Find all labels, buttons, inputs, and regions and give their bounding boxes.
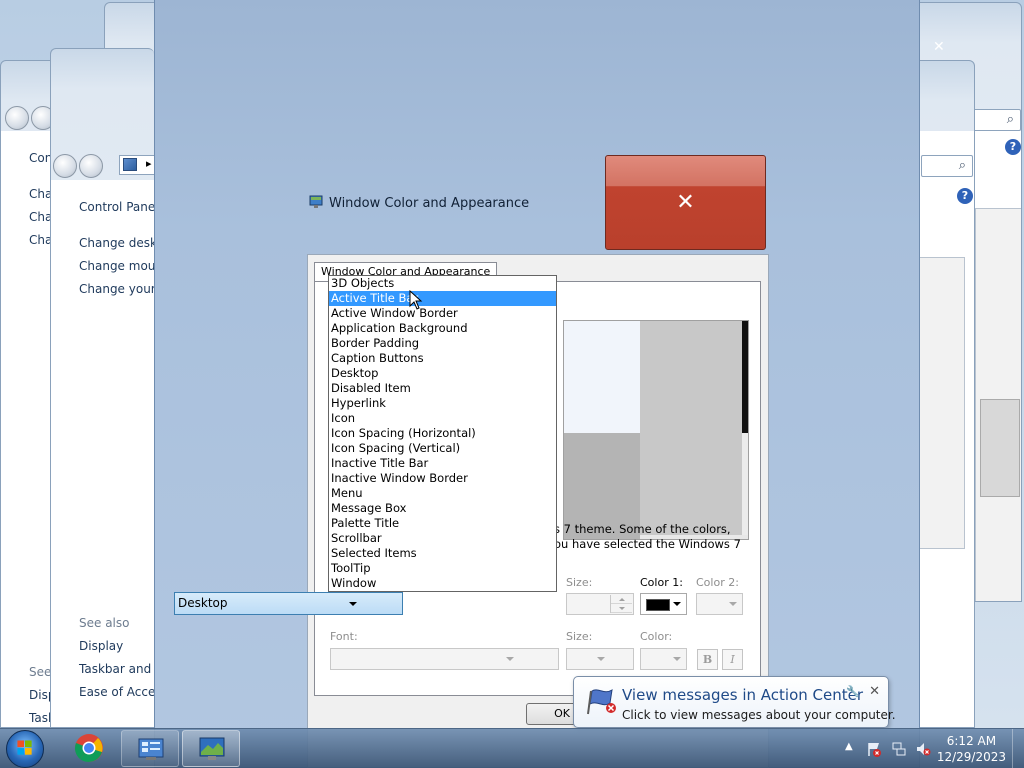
action-center-tray-icon[interactable]: [866, 741, 882, 757]
content-pane: [919, 257, 965, 549]
control-panel-icon: [138, 738, 164, 760]
network-icon[interactable]: [891, 741, 907, 757]
appearance-preview: [563, 320, 749, 540]
notification-text[interactable]: Click to view messages about your comput…: [622, 708, 896, 722]
dropdown-option[interactable]: Application Background: [329, 321, 556, 336]
clock[interactable]: 6:12 AM 12/29/2023: [937, 733, 1006, 765]
show-hidden-icons-icon[interactable]: ▲: [845, 741, 853, 752]
chevron-right-icon: ▸: [146, 157, 152, 170]
start-orb-icon[interactable]: [6, 730, 44, 768]
close-icon[interactable]: ✕: [869, 684, 880, 699]
dropdown-option[interactable]: 3D Objects: [329, 276, 556, 291]
color2-dropdown[interactable]: [696, 593, 743, 615]
help-icon[interactable]: ?: [1005, 139, 1021, 155]
background-window-3: ▸ Control Panel Change deskto Change mou…: [50, 48, 154, 728]
dropdown-option[interactable]: ToolTip: [329, 561, 556, 576]
dropdown-option[interactable]: Active Window Border: [329, 306, 556, 321]
color1-dropdown[interactable]: [640, 593, 687, 615]
notification-title[interactable]: View messages in Action Center: [622, 686, 863, 704]
dropdown-option[interactable]: Inactive Title Bar: [329, 456, 556, 471]
control-panel-icon: [123, 158, 137, 171]
forward-button[interactable]: [79, 154, 103, 178]
display-settings-icon: [309, 195, 323, 208]
item-dropdown-list[interactable]: 3D Objects Active Title Bar Active Window …: [328, 275, 557, 592]
see-also-link-taskbar[interactable]: Taskbar and St: [79, 662, 154, 676]
font-color-dropdown[interactable]: [640, 648, 687, 670]
taskbar-chrome[interactable]: [60, 730, 118, 767]
see-also-heading: See: [29, 665, 52, 679]
action-center-flag-icon: [587, 688, 616, 715]
font-dropdown[interactable]: [330, 648, 559, 670]
chrome-icon: [74, 734, 103, 762]
close-icon: ✕: [676, 190, 695, 215]
font-label: Font:: [330, 630, 358, 643]
chevron-down-icon: [349, 602, 357, 606]
see-also-heading: See also: [79, 616, 130, 630]
search-input[interactable]: ⌕: [921, 155, 973, 177]
dropdown-option[interactable]: Hyperlink: [329, 396, 556, 411]
taskbar-display-settings[interactable]: [182, 730, 240, 767]
dropdown-option[interactable]: Icon Spacing (Vertical): [329, 441, 556, 456]
dropdown-option[interactable]: Menu: [329, 486, 556, 501]
taskbar: ▲ 6:12 AM 12/29/2023: [0, 728, 1024, 768]
size-label: Size:: [566, 576, 593, 589]
dropdown-option[interactable]: Disabled Item: [329, 381, 556, 396]
back-button[interactable]: [5, 106, 29, 130]
clock-date: 12/29/2023: [936, 750, 1006, 764]
side-link-2[interactable]: Cha: [29, 210, 52, 224]
side-link-3[interactable]: Cha: [29, 233, 52, 247]
bold-button[interactable]: B: [697, 649, 718, 670]
display-settings-icon: [199, 737, 225, 760]
dropdown-option[interactable]: Selected Items: [329, 546, 556, 561]
item-dropdown[interactable]: Desktop: [174, 592, 403, 615]
action-center-notification[interactable]: View messages in Action Center Click to …: [573, 676, 896, 728]
window-title: Window Color and Appearance: [329, 196, 530, 211]
dropdown-option[interactable]: Window: [329, 576, 556, 591]
font-color-label: Color:: [640, 630, 673, 643]
address-bar[interactable]: ▸: [119, 155, 154, 175]
dropdown-option[interactable]: Active Title Bar: [329, 291, 556, 306]
wrench-icon[interactable]: 🔧: [846, 685, 860, 698]
see-also-link-ease-of-access[interactable]: Ease of Access: [79, 685, 154, 699]
dropdown-option[interactable]: Message Box: [329, 501, 556, 516]
show-desktop-button[interactable]: [1012, 729, 1024, 768]
item-dropdown-value: Desktop: [178, 596, 228, 610]
mouse-cursor-icon: [409, 290, 423, 310]
close-icon[interactable]: ✕: [933, 39, 945, 55]
dropdown-option[interactable]: Icon Spacing (Horizontal): [329, 426, 556, 441]
color1-swatch: [646, 599, 670, 611]
close-button[interactable]: ✕: [605, 155, 766, 250]
color1-label: Color 1:: [640, 576, 683, 589]
see-also-link-display[interactable]: Display: [79, 639, 123, 653]
help-icon[interactable]: ?: [957, 188, 973, 204]
task-link-mouse[interactable]: Change mous: [79, 259, 154, 273]
dropdown-option[interactable]: Palette Title: [329, 516, 556, 531]
taskbar-control-panel[interactable]: [121, 730, 179, 767]
italic-button[interactable]: I: [722, 649, 743, 670]
task-link-account[interactable]: Change your a: [79, 282, 154, 296]
side-link-1[interactable]: Cha: [29, 187, 52, 201]
dropdown-option[interactable]: Caption Buttons: [329, 351, 556, 366]
volume-muted-icon[interactable]: [915, 741, 931, 757]
task-link-desktop[interactable]: Change deskto: [79, 236, 154, 250]
info-text-line-1: s 7 theme. Some of the colors,: [554, 522, 731, 536]
item-size-stepper[interactable]: [566, 593, 634, 615]
info-text-line-2: ou have selected the Windows 7: [554, 537, 741, 551]
dropdown-option[interactable]: Desktop: [329, 366, 556, 381]
breadcrumb[interactable]: Control Panel: [79, 200, 154, 214]
dropdown-option[interactable]: Scrollbar: [329, 531, 556, 546]
dropdown-option[interactable]: Inactive Window Border: [329, 471, 556, 486]
clock-time: 6:12 AM: [946, 734, 997, 748]
dropdown-option[interactable]: Border Padding: [329, 336, 556, 351]
back-button[interactable]: [53, 154, 77, 178]
scrollbar[interactable]: [975, 208, 1021, 601]
dropdown-option[interactable]: Icon: [329, 411, 556, 426]
font-size-dropdown[interactable]: [566, 648, 634, 670]
color2-label: Color 2:: [696, 576, 739, 589]
font-size-label: Size:: [566, 630, 593, 643]
